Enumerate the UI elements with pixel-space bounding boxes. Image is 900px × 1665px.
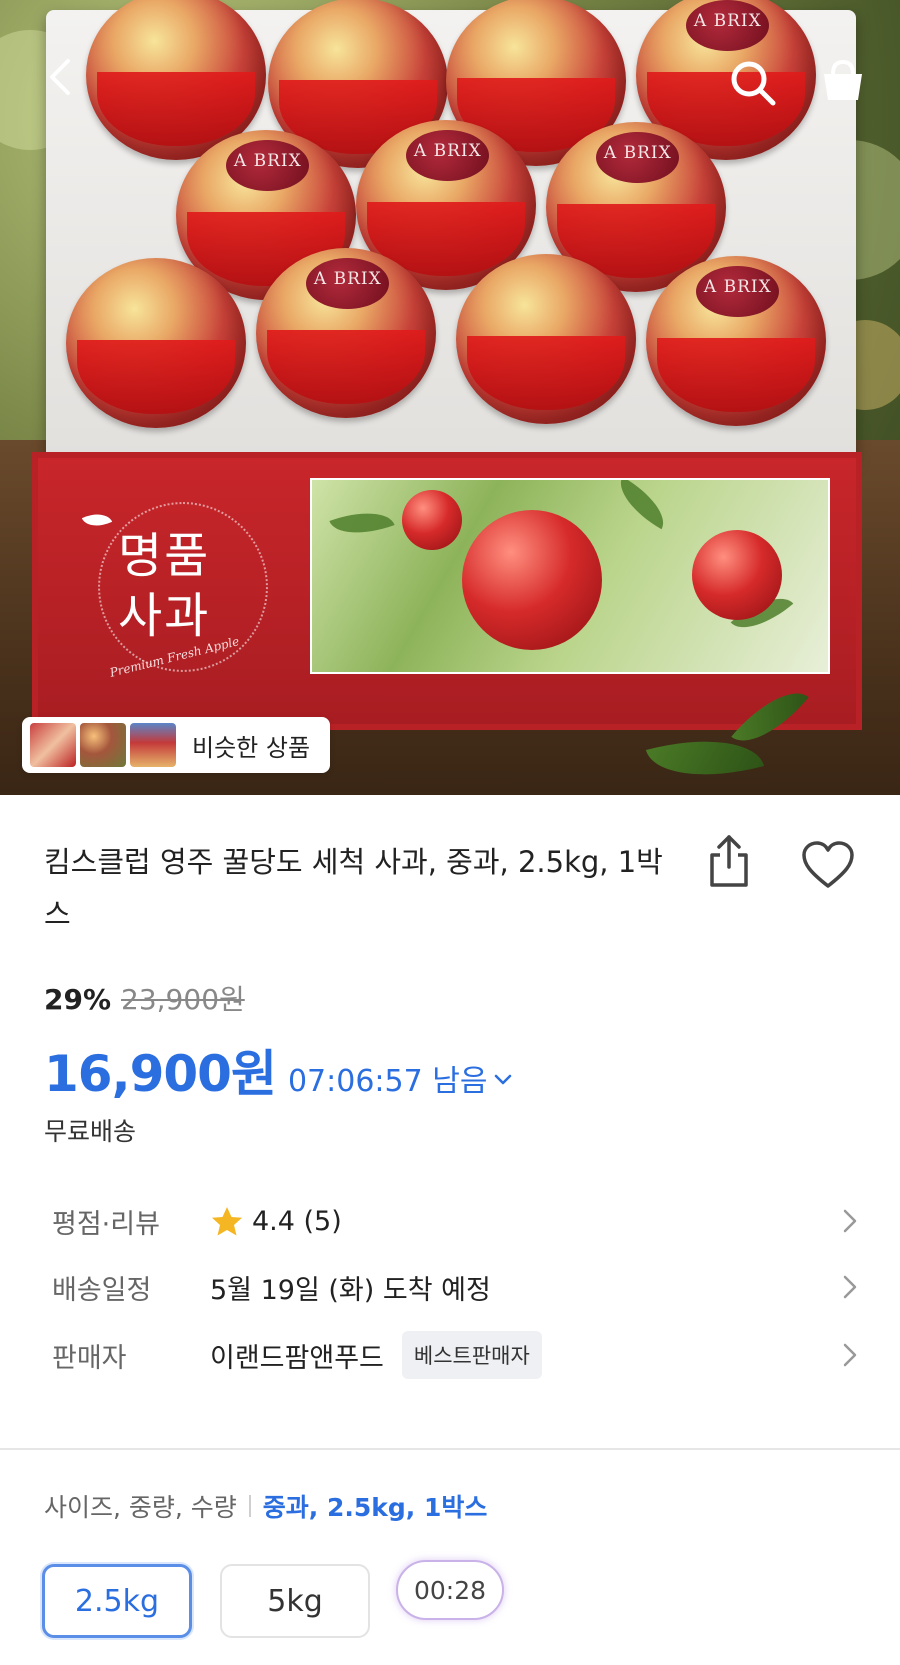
similar-product-thumbnail	[80, 723, 126, 767]
section-divider	[0, 1448, 900, 1450]
search-icon	[731, 61, 776, 106]
leaf-icon	[81, 507, 113, 533]
chevron-right-icon	[843, 1209, 857, 1233]
option-2-5kg-button[interactable]: 2.5kg	[42, 1564, 192, 1638]
best-seller-badge: 베스트판매자	[401, 1331, 542, 1379]
apple-gift-box: 명품 사과 Premium Fresh Apple	[32, 452, 862, 730]
similar-products-button[interactable]: 비슷한 상품	[22, 717, 330, 773]
chevron-down-icon	[495, 1074, 512, 1085]
leaf-shape	[329, 500, 395, 546]
apple-brand-tag: A BRIX	[226, 140, 310, 192]
sale-price: 16,900원	[44, 1045, 277, 1103]
cart-button[interactable]	[818, 56, 868, 106]
separator	[248, 1495, 251, 1517]
similar-product-thumbnail	[30, 723, 76, 767]
similar-product-thumbnail	[130, 723, 176, 767]
delivery-schedule-row[interactable]: 배송일정 5월 19일 (화) 도착 예정	[52, 1262, 857, 1312]
rating-value: 4.4 (5)	[252, 1205, 342, 1237]
apple	[462, 510, 602, 650]
original-price: 23,900원	[121, 983, 245, 1016]
apple-brand-tag: A BRIX	[596, 132, 680, 184]
apple	[692, 530, 782, 620]
rating-review-row[interactable]: 평점·리뷰 4.4 (5)	[52, 1196, 857, 1246]
price-row: 16,900원 07:06:57 남음	[44, 1034, 513, 1106]
option-label: 사이즈, 중량, 수량	[44, 1493, 237, 1522]
option-5kg-button[interactable]: 5kg	[220, 1564, 370, 1638]
share-icon	[710, 835, 748, 887]
product-title: 킴스클럽 영주 꿀당도 세척 사과, 중과, 2.5kg, 1박스	[44, 845, 663, 931]
similar-products-label: 비슷한 상품	[192, 733, 311, 762]
rating-review-label: 평점·리뷰	[52, 1208, 160, 1240]
search-button[interactable]	[728, 58, 778, 108]
apple	[66, 258, 246, 428]
deal-timer[interactable]: 07:06:57 남음	[288, 1056, 513, 1100]
seller-name: 이랜드팜앤푸드	[210, 1342, 384, 1374]
option-header: 사이즈, 중량, 수량 중과, 2.5kg, 1박스	[44, 1488, 487, 1524]
delivery-schedule-label: 배송일정	[52, 1274, 152, 1306]
apple: A BRIX	[646, 256, 826, 426]
back-button[interactable]	[40, 55, 84, 99]
shopping-bag-icon	[824, 59, 862, 100]
box-label: 명품 사과 Premium Fresh Apple	[38, 472, 296, 700]
discount-row: 29% 23,900원	[44, 978, 245, 1018]
seller-row[interactable]: 판매자 이랜드팜앤푸드 베스트판매자	[52, 1330, 857, 1380]
apple: A BRIX	[256, 248, 436, 418]
apple-brand-tag: A BRIX	[306, 258, 390, 310]
chevron-left-icon	[50, 59, 70, 95]
product-image[interactable]: A BRIX A BRIX A BRIX A BRIX A BRIX A BRI…	[0, 0, 900, 795]
discount-rate: 29%	[44, 983, 112, 1016]
shipping-info: 무료배송	[44, 1117, 137, 1146]
heart-icon	[802, 841, 854, 888]
selected-option: 중과, 2.5kg, 1박스	[262, 1493, 488, 1522]
chevron-right-icon	[843, 1343, 857, 1367]
apple-brand-tag: A BRIX	[406, 130, 490, 182]
star-icon	[212, 1207, 242, 1236]
share-button[interactable]	[704, 833, 754, 889]
apple-brand-tag: A BRIX	[696, 266, 780, 318]
leaf-shape	[609, 480, 675, 530]
apple	[402, 490, 462, 550]
box-photo	[310, 478, 830, 674]
apple-brand-tag: A BRIX	[686, 0, 770, 52]
box-label-line2: 사과	[118, 588, 211, 644]
delivery-date: 5월 19일 (화) 도착 예정	[210, 1274, 491, 1306]
wishlist-button[interactable]	[800, 840, 856, 890]
deal-timer-text: 07:06:57 남음	[287, 1064, 488, 1099]
chevron-right-icon	[843, 1275, 857, 1299]
seller-label: 판매자	[52, 1342, 127, 1374]
video-timer-badge[interactable]: 00:28	[396, 1560, 504, 1620]
apple	[456, 254, 636, 424]
